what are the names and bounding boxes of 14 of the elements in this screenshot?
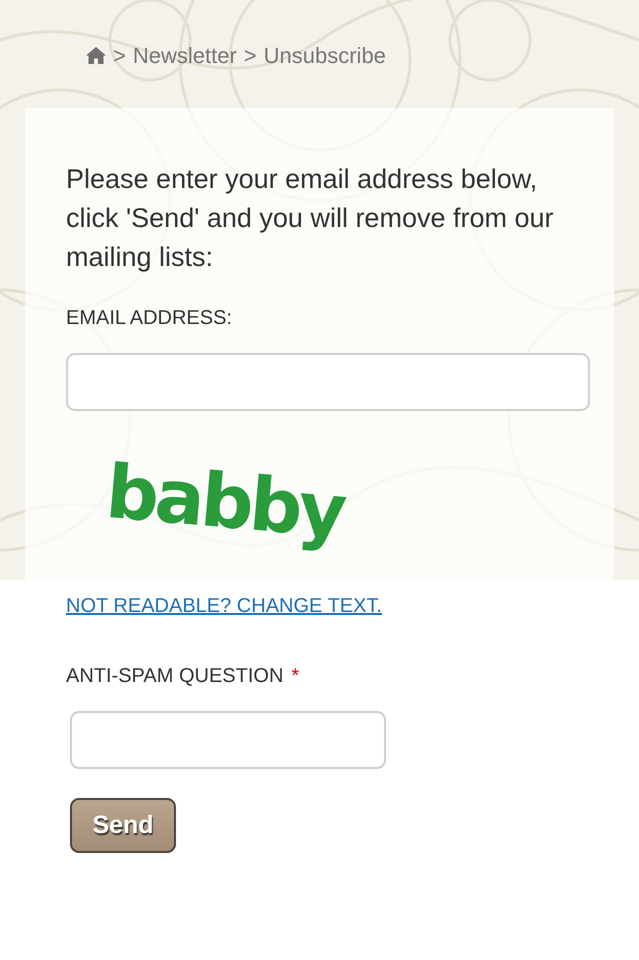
breadcrumb-separator: > (113, 43, 126, 69)
email-input[interactable] (66, 353, 590, 411)
send-button[interactable]: Send (70, 798, 176, 853)
required-mark: * (291, 664, 300, 688)
field-label: ANTI-SPAM QUESTION (66, 664, 284, 688)
field-label: EMAIL ADDRESS: (66, 306, 233, 330)
intro-text: Please enter your email address below, click 'Send' and you will remove from our mailing lists: (66, 163, 555, 274)
anti-spam-input[interactable] (70, 711, 386, 769)
breadcrumb-current: Unsubscribe (264, 43, 386, 69)
captcha-text: babby (102, 448, 347, 558)
change-text-link[interactable]: NOT READABLE? CHANGE TEXT. (66, 594, 382, 618)
home-icon[interactable] (86, 47, 106, 64)
breadcrumb-separator: > (244, 43, 257, 69)
breadcrumb-link[interactable]: Newsletter (132, 43, 237, 69)
